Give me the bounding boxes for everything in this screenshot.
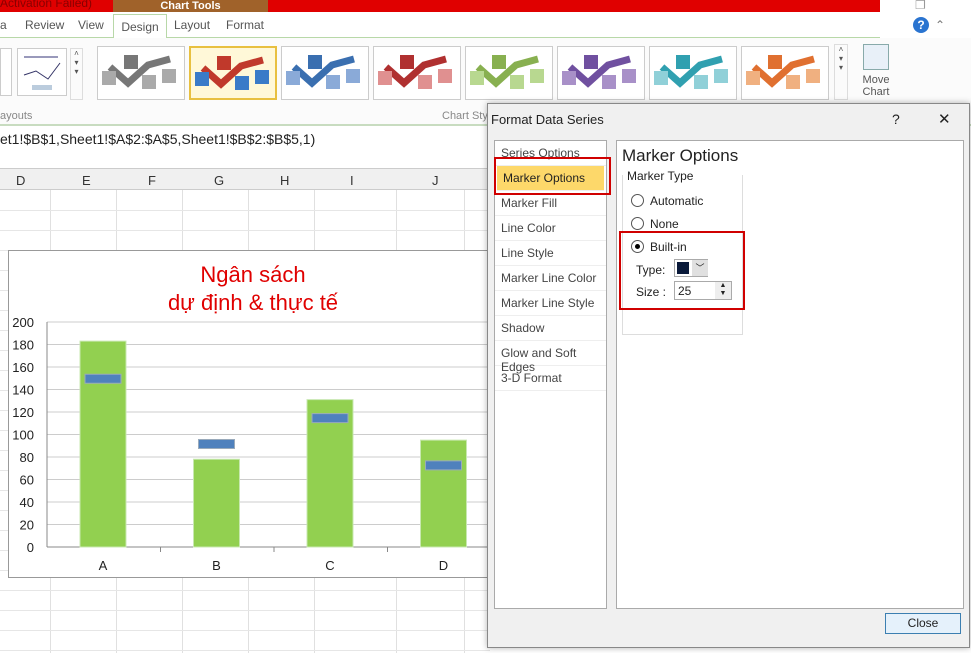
help-icon[interactable]: ? xyxy=(913,17,929,33)
y-tick-label: 200 xyxy=(12,315,34,330)
plot-area: 0 20 40 60 80 100 120 140 160 180 200 A B C D xyxy=(12,315,499,573)
highlight-box xyxy=(494,157,611,195)
radio-none[interactable] xyxy=(631,217,644,230)
close-icon[interactable]: ✕ xyxy=(938,110,951,128)
ribbon-tabs: a Review View Design Layout Format xyxy=(0,12,880,39)
nav-item-shadow[interactable]: Shadow xyxy=(495,316,606,341)
help-button[interactable]: ? xyxy=(892,111,900,127)
move-chart-label: Move xyxy=(862,74,890,86)
y-tick-label: 180 xyxy=(12,338,34,353)
x-tick-label: A xyxy=(99,558,108,573)
layout-thumb-line[interactable] xyxy=(17,48,67,96)
minimize-ribbon-icon[interactable]: ⌃ xyxy=(935,18,945,32)
chart-styles-group-label: Chart Sty xyxy=(442,110,488,122)
tab-format[interactable]: Format xyxy=(226,18,264,32)
nav-item-glow-and-soft-edges[interactable]: Glow and Soft Edges xyxy=(495,341,606,374)
panel-title: Marker Options xyxy=(622,146,739,165)
move-chart-icon xyxy=(863,44,889,70)
marker-C xyxy=(311,413,349,424)
y-tick-label: 20 xyxy=(20,518,34,533)
styles-scroll[interactable]: ˄ ▾ ▾ xyxy=(834,44,848,100)
y-tick-label: 60 xyxy=(20,473,34,488)
chart-style-7[interactable] xyxy=(649,46,737,100)
chart[interactable]: Ngân sách dự định & thực tế 0 20 40 60 80 100… xyxy=(8,250,499,578)
move-chart-button[interactable]: Move Chart xyxy=(857,44,895,98)
restore-icon[interactable]: ❐ xyxy=(915,0,926,12)
column-header-H[interactable]: H xyxy=(280,173,289,188)
move-chart-label-2: Chart xyxy=(862,86,890,98)
column-header-D[interactable]: D xyxy=(16,173,25,188)
nav-item-line-style[interactable]: Line Style xyxy=(495,241,606,266)
bar-B xyxy=(193,458,240,548)
column-header-E[interactable]: E xyxy=(82,173,91,188)
marker-A xyxy=(84,373,122,384)
nav-item-3-d-format[interactable]: 3-D Format xyxy=(495,366,606,391)
automatic-label: Automatic xyxy=(650,194,704,208)
y-tick-label: 0 xyxy=(27,540,34,555)
none-label: None xyxy=(650,217,679,231)
x-tick-label: B xyxy=(212,558,221,573)
bar-A xyxy=(79,340,127,548)
y-tick-label: 40 xyxy=(20,495,34,510)
y-tick-label: 80 xyxy=(20,450,34,465)
tab-view[interactable]: View xyxy=(78,18,104,32)
category-list: Series Options Marker Options Marker Fill L… xyxy=(494,140,607,609)
chart-style-8[interactable] xyxy=(741,46,829,100)
column-header-I[interactable]: I xyxy=(350,173,354,188)
tab-design[interactable]: Design xyxy=(113,14,167,39)
x-tick-label: C xyxy=(325,558,334,573)
y-tick-label: 120 xyxy=(12,405,34,420)
chart-style-3[interactable] xyxy=(281,46,369,100)
x-tick-label: D xyxy=(439,558,448,573)
layout-thumb[interactable] xyxy=(0,48,12,96)
layouts-scroll[interactable]: ˄ ▾ ▾ xyxy=(70,48,83,100)
radio-automatic[interactable] xyxy=(631,194,644,207)
chart-style-5[interactable] xyxy=(465,46,553,100)
marker-B xyxy=(198,439,235,449)
tab-layout[interactable]: Layout xyxy=(174,18,210,32)
group-label: Marker Type xyxy=(626,169,695,183)
layouts-group-label: ayouts xyxy=(0,110,33,122)
tab-data[interactable]: a xyxy=(0,18,7,32)
bar-D xyxy=(420,439,467,548)
nav-item-marker-line-color[interactable]: Marker Line Color xyxy=(495,266,606,291)
y-tick-label: 160 xyxy=(12,360,34,375)
column-header-J[interactable]: J xyxy=(432,173,439,188)
y-tick-label: 140 xyxy=(12,383,34,398)
y-tick-label: 100 xyxy=(12,428,34,443)
tab-review[interactable]: Review xyxy=(25,18,64,32)
dialog-title: Format Data Series xyxy=(491,112,604,127)
nav-item-marker-line-style[interactable]: Marker Line Style xyxy=(495,291,606,316)
highlight-box-builtin xyxy=(619,231,745,310)
window-controls: ❐ ? ⌃ xyxy=(880,0,971,38)
close-button[interactable]: Close xyxy=(885,613,961,634)
column-header-G[interactable]: G xyxy=(214,173,224,188)
marker-D xyxy=(425,460,462,471)
chart-style-6[interactable] xyxy=(557,46,645,100)
chart-style-4[interactable] xyxy=(373,46,461,100)
chart-style-1[interactable] xyxy=(97,46,185,100)
app-status: Activation Failed) xyxy=(0,0,93,10)
column-header-F[interactable]: F xyxy=(148,173,156,188)
chart-style-2[interactable] xyxy=(189,46,277,100)
marker-options-panel: Marker Options Marker Type Automatic Non… xyxy=(616,140,964,609)
format-data-series-dialog: Format Data Series ? ✕ Series Options Mar… xyxy=(487,103,970,648)
nav-item-line-color[interactable]: Line Color xyxy=(495,216,606,241)
column-headers: D E F G H I J xyxy=(0,168,490,190)
